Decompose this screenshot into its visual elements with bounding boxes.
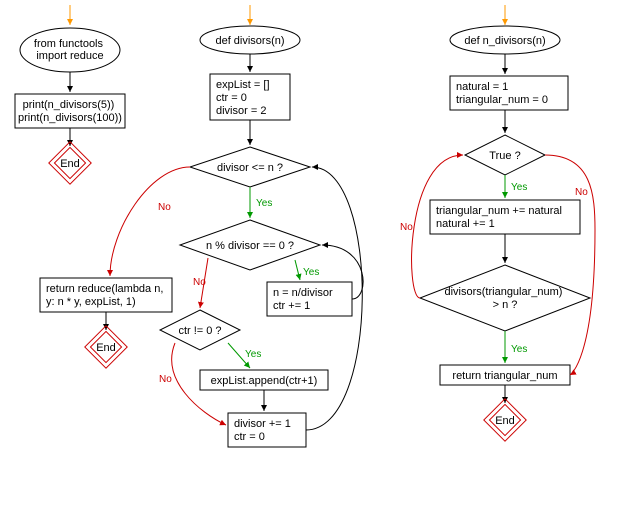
arrow-yes-icon xyxy=(295,260,300,280)
cond-mod-text: n % divisor == 0 ? xyxy=(206,240,294,252)
yes-label: Yes xyxy=(245,349,261,360)
arrow-no-icon xyxy=(110,167,190,276)
no-label: No xyxy=(575,187,588,198)
end-label: End xyxy=(96,342,116,354)
flowchart-c: def n_divisors(n) natural = 1 triangular… xyxy=(400,5,595,441)
no-label: No xyxy=(159,374,172,385)
yes-label: Yes xyxy=(511,344,527,355)
call-block-a-text: print(n_divisors(5)) print(n_divisors(10… xyxy=(18,99,122,124)
yes-label: Yes xyxy=(303,267,319,278)
cond-ctr-text: ctr != 0 ? xyxy=(178,325,221,337)
func-header-c-text: def n_divisors(n) xyxy=(464,35,545,47)
append-block-text: expList.append(ctr+1) xyxy=(211,375,318,387)
no-label: No xyxy=(400,222,413,233)
no-label: No xyxy=(193,277,206,288)
return-block-c-text: return triangular_num xyxy=(452,370,557,382)
flowchart-a: from functools import reduce print(n_div… xyxy=(15,5,125,184)
end-node-b: End xyxy=(85,326,127,368)
cond-divisors xyxy=(420,265,590,331)
yes-label: Yes xyxy=(256,198,272,209)
cond-true-text: True ? xyxy=(489,150,520,162)
func-header-b-text: def divisors(n) xyxy=(215,35,284,47)
cond-divisor-le-n-text: divisor <= n ? xyxy=(217,162,283,174)
end-label: End xyxy=(495,415,515,427)
end-node-a: End xyxy=(49,142,91,184)
start-node-a-text: from functools import reduce xyxy=(34,38,106,62)
no-label: No xyxy=(158,202,171,213)
end-node-c: End xyxy=(484,399,526,441)
end-label: End xyxy=(60,158,80,170)
yes-label: Yes xyxy=(511,182,527,193)
flowchart-b: def divisors(n) expList = [] ctr = 0 div… xyxy=(40,5,363,447)
